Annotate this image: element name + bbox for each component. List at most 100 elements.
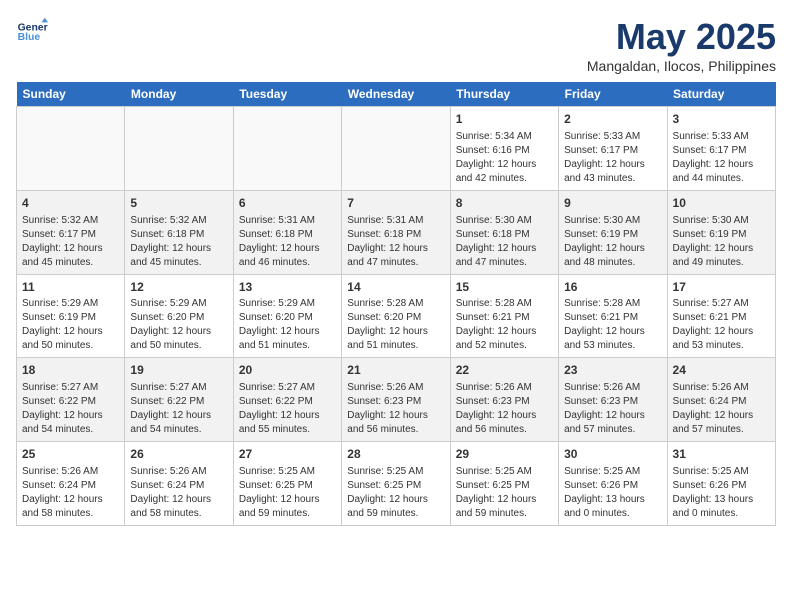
week-row-3: 11Sunrise: 5:29 AM Sunset: 6:19 PM Dayli… — [17, 274, 776, 358]
calendar-cell: 21 Sunrise: 5:26 AM Sunset: 6:23 PM Dayli… — [342, 358, 450, 442]
calendar-cell: 28 Sunrise: 5:25 AM Sunset: 6:25 PM Dayli… — [342, 442, 450, 526]
month-title: May 2025 — [587, 16, 776, 58]
calendar-table: SundayMondayTuesdayWednesdayThursdayFrid… — [16, 82, 776, 526]
day-number: 24 — [673, 362, 770, 379]
week-row-1: 1 Sunrise: 5:34 AM Sunset: 6:16 PM Daylig… — [17, 107, 776, 191]
calendar-cell: 4 Sunrise: 5:32 AM Sunset: 6:17 PM Daylig… — [17, 190, 125, 274]
weekday-header-wednesday: Wednesday — [342, 82, 450, 107]
day-number: 12 — [130, 279, 227, 296]
day-number: 30 — [564, 446, 661, 463]
calendar-cell: 18Sunrise: 5:27 AM Sunset: 6:22 PM Dayli… — [17, 358, 125, 442]
day-info: Sunrise: 5:27 AM Sunset: 6:21 PM Dayligh… — [673, 297, 770, 353]
calendar-cell: 12Sunrise: 5:29 AM Sunset: 6:20 PM Dayli… — [125, 274, 233, 358]
day-info: Sunrise: 5:30 AM Sunset: 6:19 PM Dayligh… — [564, 214, 661, 270]
day-info: Sunrise: 5:26 AM Sunset: 6:24 PM Dayligh… — [130, 465, 227, 521]
svg-text:Blue: Blue — [18, 32, 41, 43]
week-row-2: 4 Sunrise: 5:32 AM Sunset: 6:17 PM Daylig… — [17, 190, 776, 274]
day-number: 13 — [239, 279, 336, 296]
calendar-cell: 29 Sunrise: 5:25 AM Sunset: 6:25 PM Dayli… — [450, 442, 558, 526]
day-info: Sunrise: 5:27 AM Sunset: 6:22 PM Dayligh… — [239, 381, 336, 437]
day-number: 22 — [456, 362, 553, 379]
day-number: 19 — [130, 362, 227, 379]
week-row-5: 25 Sunrise: 5:26 AM Sunset: 6:24 PM Dayli… — [17, 442, 776, 526]
page-header: General Blue May 2025 Mangaldan, Ilocos,… — [16, 16, 776, 74]
calendar-cell: 7Sunrise: 5:31 AM Sunset: 6:18 PM Daylig… — [342, 190, 450, 274]
day-info: Sunrise: 5:26 AM Sunset: 6:23 PM Dayligh… — [456, 381, 553, 437]
calendar-cell: 13Sunrise: 5:29 AM Sunset: 6:20 PM Dayli… — [233, 274, 341, 358]
logo: General Blue — [16, 16, 48, 48]
day-info: Sunrise: 5:29 AM Sunset: 6:20 PM Dayligh… — [130, 297, 227, 353]
calendar-cell: 8 Sunrise: 5:30 AM Sunset: 6:18 PM Daylig… — [450, 190, 558, 274]
day-number: 9 — [564, 195, 661, 212]
day-info: Sunrise: 5:26 AM Sunset: 6:23 PM Dayligh… — [564, 381, 661, 437]
calendar-cell: 24 Sunrise: 5:26 AM Sunset: 6:24 PM Dayli… — [667, 358, 775, 442]
logo-icon: General Blue — [16, 16, 48, 48]
calendar-cell: 14Sunrise: 5:28 AM Sunset: 6:20 PM Dayli… — [342, 274, 450, 358]
title-block: May 2025 Mangaldan, Ilocos, Philippines — [587, 16, 776, 74]
day-info: Sunrise: 5:29 AM Sunset: 6:19 PM Dayligh… — [22, 297, 119, 353]
day-info: Sunrise: 5:26 AM Sunset: 6:24 PM Dayligh… — [22, 465, 119, 521]
day-number: 18 — [22, 362, 119, 379]
calendar-cell: 26 Sunrise: 5:26 AM Sunset: 6:24 PM Dayli… — [125, 442, 233, 526]
day-number: 28 — [347, 446, 444, 463]
week-row-4: 18 Sunrise: 5:27 AM Sunset: 6:22 PM Dayli… — [17, 358, 776, 442]
day-info: Sunrise: 5:33 AM Sunset: 6:17 PM Dayligh… — [673, 130, 770, 186]
day-info: Sunrise: 5:26 AM Sunset: 6:24 PM Dayligh… — [673, 381, 770, 437]
day-number: 11 — [22, 279, 119, 296]
weekday-header-monday: Monday — [125, 82, 233, 107]
day-number: 20 — [239, 362, 336, 379]
day-number: 3 — [673, 111, 770, 128]
calendar-cell: 25 Sunrise: 5:26 AM Sunset: 6:24 PM Dayli… — [17, 442, 125, 526]
calendar-cell: 9 Sunrise: 5:30 AM Sunset: 6:19 PM Daylig… — [559, 190, 667, 274]
day-number: 4 — [22, 195, 119, 212]
day-number: 29 — [456, 446, 553, 463]
day-number: 21 — [347, 362, 444, 379]
day-number: 16 — [564, 279, 661, 296]
calendar-cell — [125, 107, 233, 191]
calendar-cell — [17, 107, 125, 191]
day-info: Sunrise: 5:30 AM Sunset: 6:18 PM Dayligh… — [456, 214, 553, 270]
day-info: Sunrise: 5:28 AM Sunset: 6:21 PM Dayligh… — [564, 297, 661, 353]
calendar-cell: 30 Sunrise: 5:25 AM Sunset: 6:26 PM Dayli… — [559, 442, 667, 526]
calendar-cell: 6 Sunrise: 5:31 AM Sunset: 6:18 PM Daylig… — [233, 190, 341, 274]
calendar-cell: 10Sunrise: 5:30 AM Sunset: 6:19 PM Dayli… — [667, 190, 775, 274]
calendar-cell — [342, 107, 450, 191]
day-number: 8 — [456, 195, 553, 212]
day-info: Sunrise: 5:25 AM Sunset: 6:25 PM Dayligh… — [456, 465, 553, 521]
day-info: Sunrise: 5:32 AM Sunset: 6:18 PM Dayligh… — [130, 214, 227, 270]
day-number: 26 — [130, 446, 227, 463]
day-number: 7 — [347, 195, 444, 212]
day-info: Sunrise: 5:29 AM Sunset: 6:20 PM Dayligh… — [239, 297, 336, 353]
weekday-header-thursday: Thursday — [450, 82, 558, 107]
weekday-header-sunday: Sunday — [17, 82, 125, 107]
calendar-cell: 17Sunrise: 5:27 AM Sunset: 6:21 PM Dayli… — [667, 274, 775, 358]
day-number: 17 — [673, 279, 770, 296]
calendar-cell: 1 Sunrise: 5:34 AM Sunset: 6:16 PM Daylig… — [450, 107, 558, 191]
day-number: 25 — [22, 446, 119, 463]
day-info: Sunrise: 5:32 AM Sunset: 6:17 PM Dayligh… — [22, 214, 119, 270]
calendar-cell: 16Sunrise: 5:28 AM Sunset: 6:21 PM Dayli… — [559, 274, 667, 358]
day-info: Sunrise: 5:25 AM Sunset: 6:25 PM Dayligh… — [239, 465, 336, 521]
weekday-header-saturday: Saturday — [667, 82, 775, 107]
calendar-cell: 22 Sunrise: 5:26 AM Sunset: 6:23 PM Dayli… — [450, 358, 558, 442]
day-info: Sunrise: 5:33 AM Sunset: 6:17 PM Dayligh… — [564, 130, 661, 186]
calendar-cell: 27 Sunrise: 5:25 AM Sunset: 6:25 PM Dayli… — [233, 442, 341, 526]
calendar-cell: 2 Sunrise: 5:33 AM Sunset: 6:17 PM Daylig… — [559, 107, 667, 191]
calendar-cell: 3 Sunrise: 5:33 AM Sunset: 6:17 PM Daylig… — [667, 107, 775, 191]
calendar-cell: 15Sunrise: 5:28 AM Sunset: 6:21 PM Dayli… — [450, 274, 558, 358]
day-number: 2 — [564, 111, 661, 128]
day-info: Sunrise: 5:25 AM Sunset: 6:26 PM Dayligh… — [564, 465, 661, 521]
calendar-cell — [233, 107, 341, 191]
day-info: Sunrise: 5:31 AM Sunset: 6:18 PM Dayligh… — [239, 214, 336, 270]
calendar-cell: 23Sunrise: 5:26 AM Sunset: 6:23 PM Dayli… — [559, 358, 667, 442]
calendar-cell: 20 Sunrise: 5:27 AM Sunset: 6:22 PM Dayli… — [233, 358, 341, 442]
calendar-cell: 5Sunrise: 5:32 AM Sunset: 6:18 PM Daylig… — [125, 190, 233, 274]
day-number: 1 — [456, 111, 553, 128]
day-info: Sunrise: 5:25 AM Sunset: 6:25 PM Dayligh… — [347, 465, 444, 521]
day-info: Sunrise: 5:34 AM Sunset: 6:16 PM Dayligh… — [456, 130, 553, 186]
day-number: 6 — [239, 195, 336, 212]
day-number: 27 — [239, 446, 336, 463]
calendar-cell: 31Sunrise: 5:25 AM Sunset: 6:26 PM Dayli… — [667, 442, 775, 526]
weekday-header-tuesday: Tuesday — [233, 82, 341, 107]
day-info: Sunrise: 5:26 AM Sunset: 6:23 PM Dayligh… — [347, 381, 444, 437]
